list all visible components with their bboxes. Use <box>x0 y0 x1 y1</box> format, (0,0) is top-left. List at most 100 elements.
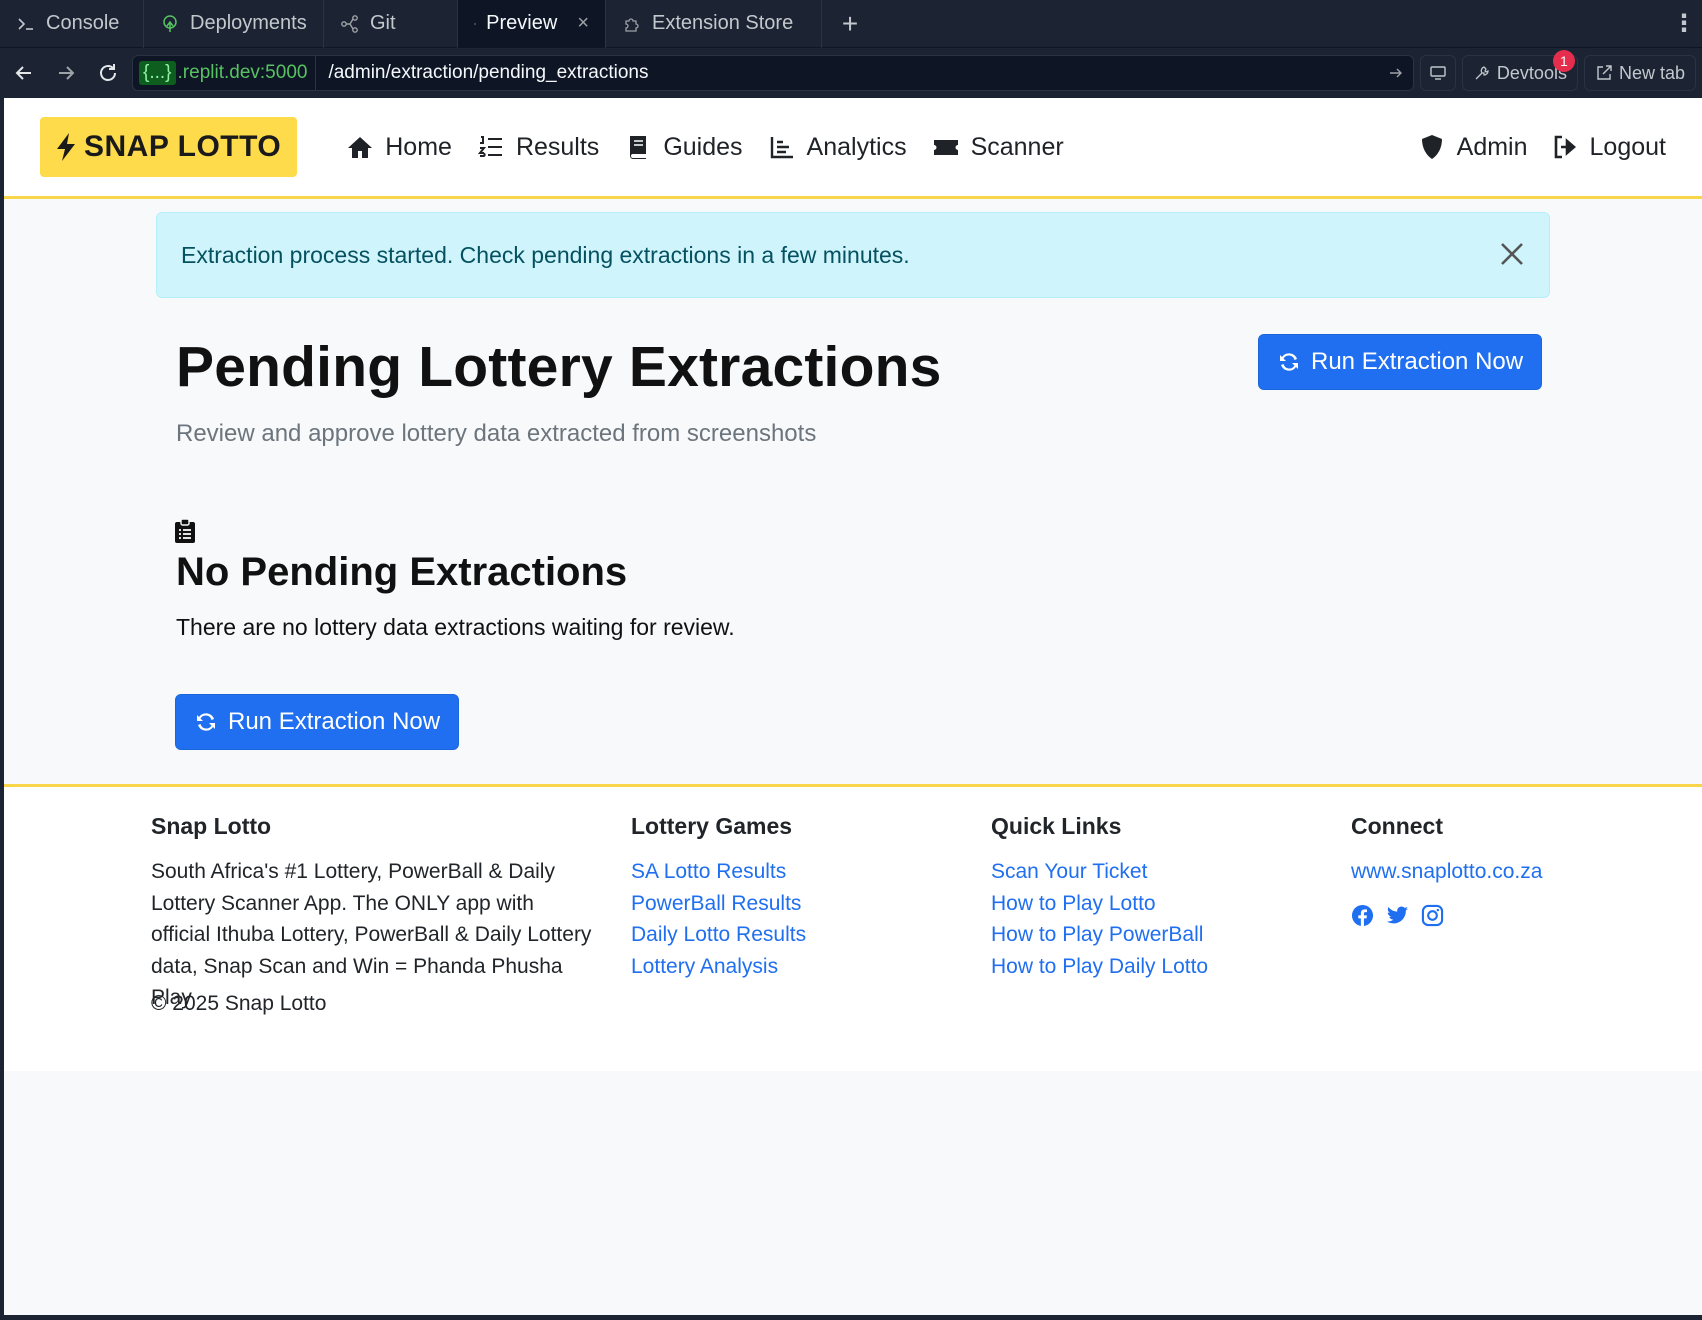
clipboard-list-icon <box>175 518 195 543</box>
arrow-left-icon <box>15 66 31 80</box>
empty-state-title: No Pending Extractions <box>176 550 628 594</box>
devtools-badge: 1 <box>1552 50 1575 72</box>
footer-link-sa-lotto[interactable]: SA Lotto Results <box>631 856 806 888</box>
nav-guides[interactable]: Guides <box>625 132 743 162</box>
brand-logo[interactable]: SNAP LOTTO <box>40 117 298 177</box>
sync-icon <box>1280 353 1298 371</box>
add-tab-button[interactable]: + <box>822 0 878 48</box>
footer-quick-links: Quick Links Scan Your Ticket How to Play… <box>991 813 1208 982</box>
nav-home-label: Home <box>385 132 452 161</box>
empty-run-extraction-label: Run Extraction Now <box>228 708 441 735</box>
url-brace: {...} <box>139 61 176 85</box>
url-host: {...} .replit.dev:5000 <box>133 56 317 90</box>
footer-games-heading: Lottery Games <box>631 813 793 839</box>
url-path: /admin/extraction/pending_extractions <box>328 62 649 83</box>
close-tab-icon[interactable]: × <box>577 12 589 35</box>
alert-message: Extraction process started. Check pendin… <box>181 241 910 268</box>
lightning-bolt-icon <box>57 133 75 161</box>
run-extraction-label: Run Extraction Now <box>1311 348 1524 375</box>
twitter-icon[interactable] <box>1386 904 1409 927</box>
tab-label: Console <box>46 12 120 34</box>
back-button[interactable] <box>6 55 42 91</box>
preview-viewport: SNAP LOTTO Home Results Guides Analytics… <box>4 98 1702 1315</box>
list-ol-icon <box>477 136 502 157</box>
git-icon <box>341 14 358 33</box>
puzzle-icon <box>625 17 639 32</box>
reload-button[interactable] <box>90 55 126 91</box>
facebook-icon[interactable] <box>1351 904 1374 927</box>
url-host-text: .replit.dev:5000 <box>177 62 308 83</box>
footer-link-how-powerball[interactable]: How to Play PowerBall <box>991 919 1208 951</box>
site-footer: Snap Lotto South Africa's #1 Lottery, Po… <box>4 784 1702 1071</box>
footer-link-how-lotto[interactable]: How to Play Lotto <box>991 888 1208 920</box>
nav-admin[interactable]: Admin <box>1419 133 1528 162</box>
new-tab-button[interactable]: New tab <box>1583 55 1696 91</box>
tab-console[interactable]: Console <box>0 0 144 48</box>
wrench-icon <box>1475 66 1489 80</box>
empty-state-text: There are no lottery data extractions wa… <box>176 614 735 640</box>
nav-logout[interactable]: Logout <box>1552 133 1666 162</box>
user-nav: Admin Logout <box>1419 133 1666 162</box>
footer-copyright: © 2025 Snap Lotto <box>151 992 327 1015</box>
site-navbar: SNAP LOTTO Home Results Guides Analytics… <box>4 98 1702 199</box>
nav-scanner[interactable]: Scanner <box>933 133 1064 162</box>
footer-link-daily-lotto[interactable]: Daily Lotto Results <box>631 919 806 951</box>
footer-about: Snap Lotto South Africa's #1 Lottery, Po… <box>151 813 596 1014</box>
forward-button[interactable] <box>48 55 84 91</box>
main-nav: Home Results Guides Analytics Scanner <box>347 132 1064 162</box>
alert-close-button[interactable] <box>1495 237 1529 271</box>
nav-admin-label: Admin <box>1456 132 1528 161</box>
external-link-icon <box>1597 65 1612 80</box>
book-icon <box>630 136 647 159</box>
tab-label: Deployments <box>190 12 307 34</box>
ide-tab-bar: Console Deployments Git Preview × Extens… <box>0 0 1702 48</box>
footer-link-how-daily[interactable]: How to Play Daily Lotto <box>991 951 1208 983</box>
tab-label: Git <box>370 12 396 34</box>
devtools-button[interactable]: Devtools 1 <box>1461 50 1578 91</box>
footer-about-heading: Snap Lotto <box>151 813 272 839</box>
screen-icon <box>1430 66 1446 80</box>
footer-games: Lottery Games SA Lotto Results PowerBall… <box>631 813 806 982</box>
arrow-right-icon <box>59 66 75 80</box>
nav-results-label: Results <box>515 132 600 161</box>
run-extraction-button[interactable]: Run Extraction Now <box>1258 334 1543 390</box>
go-icon[interactable] <box>1379 65 1413 81</box>
nav-scanner-label: Scanner <box>970 132 1064 161</box>
reload-icon <box>100 64 116 81</box>
nav-analytics-label: Analytics <box>806 132 907 161</box>
chart-bar-icon <box>770 137 793 159</box>
nav-analytics[interactable]: Analytics <box>769 133 907 162</box>
tab-extension-store[interactable]: Extension Store <box>606 0 822 48</box>
brand-name: SNAP LOTTO <box>84 130 282 163</box>
nav-guides-label: Guides <box>663 132 743 161</box>
nav-home[interactable]: Home <box>347 133 452 162</box>
preview-url-bar: {...} .replit.dev:5000 /admin/extraction… <box>0 48 1702 98</box>
tab-label: Preview <box>486 12 558 34</box>
footer-link-analysis[interactable]: Lottery Analysis <box>631 951 806 983</box>
tab-git[interactable]: Git <box>324 0 458 48</box>
footer-link-scan[interactable]: Scan Your Ticket <box>991 856 1208 888</box>
tab-preview[interactable]: Preview × <box>458 0 606 48</box>
nav-logout-label: Logout <box>1589 132 1666 161</box>
info-alert: Extraction process started. Check pendin… <box>156 212 1550 298</box>
footer-website-link[interactable]: www.snaplotto.co.za <box>1351 856 1542 888</box>
deployments-icon <box>163 14 177 32</box>
footer-quick-heading: Quick Links <box>991 813 1122 839</box>
footer-link-powerball[interactable]: PowerBall Results <box>631 888 806 920</box>
page-title: Pending Lottery Extractions <box>176 335 942 399</box>
tab-deployments[interactable]: Deployments <box>144 0 324 48</box>
logout-icon <box>1554 135 1576 159</box>
close-icon <box>1501 243 1523 265</box>
more-options-icon[interactable]: ⋮ <box>1666 0 1702 48</box>
home-icon <box>348 137 373 158</box>
footer-connect-heading: Connect <box>1351 813 1443 839</box>
new-tab-label: New tab <box>1618 62 1685 83</box>
social-links <box>1351 904 1542 927</box>
empty-run-extraction-button[interactable]: Run Extraction Now <box>175 694 460 750</box>
url-field[interactable]: {...} .replit.dev:5000 /admin/extraction… <box>132 55 1414 91</box>
device-preview-button[interactable] <box>1419 55 1456 91</box>
instagram-icon[interactable] <box>1421 904 1444 927</box>
footer-connect: Connect www.snaplotto.co.za <box>1351 813 1542 927</box>
tab-label: Extension Store <box>652 12 794 34</box>
nav-results[interactable]: Results <box>477 132 600 162</box>
